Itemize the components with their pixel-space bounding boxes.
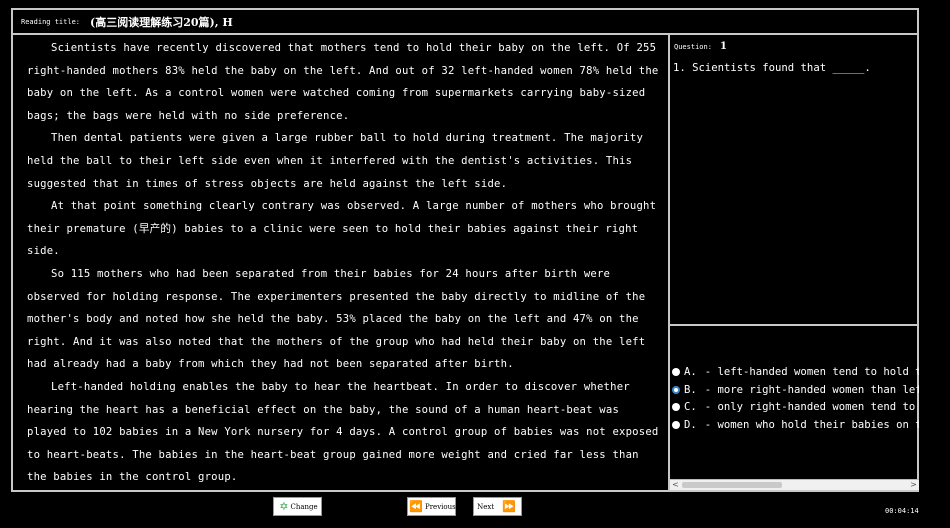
next-label: Next [477, 502, 495, 511]
change-button[interactable]: ✡ Change [273, 497, 322, 516]
question-text: 1. Scientists found that _____. [673, 62, 871, 74]
radio-b[interactable] [672, 386, 680, 394]
option-text: - only right-handed women tend to ho [704, 401, 919, 413]
title-bar: Reading title: (高三阅读理解练习20篇), H [11, 8, 919, 35]
passage-paragraph: At that point something clearly contrary… [27, 200, 657, 258]
main-panel: Scientists have recently discovered that… [11, 35, 919, 492]
previous-button[interactable]: ⏪ Previous [407, 497, 456, 516]
option-letter: C. [684, 401, 697, 413]
change-icon: ✡ [279, 500, 289, 513]
option-d[interactable]: D. - women who hold their babies on the [672, 417, 919, 433]
reading-title: (高三阅读理解练习20篇), H [90, 15, 233, 29]
timer: 00:04:14 [885, 507, 919, 515]
change-label: Change [290, 502, 318, 511]
question-label: Question: [674, 43, 712, 51]
question-pane: Question: 1 1. Scientists found that ___… [670, 35, 919, 326]
option-letter: B. [684, 384, 697, 396]
scroll-left-arrow-icon[interactable]: < [670, 480, 681, 490]
scroll-right-arrow-icon[interactable]: > [908, 480, 919, 490]
radio-a[interactable] [672, 368, 680, 376]
radio-d[interactable] [672, 421, 680, 429]
passage-paragraph: So 115 mothers who had been separated fr… [27, 267, 646, 371]
question-number: 1 [720, 41, 727, 52]
option-letter: A. [684, 366, 697, 378]
question-panel: Question: 1 1. Scientists found that ___… [668, 35, 919, 490]
radio-c[interactable] [672, 403, 680, 411]
horizontal-scrollbar[interactable]: < > [670, 479, 919, 490]
scroll-thumb[interactable] [682, 482, 782, 488]
options-pane: A. - left-handed women tend to hold the … [670, 328, 919, 490]
option-a[interactable]: A. - left-handed women tend to hold the [672, 364, 919, 380]
reading-title-label: Reading title: [21, 17, 81, 26]
option-text: - women who hold their babies on the [704, 419, 919, 431]
fast-forward-icon: ⏩ [502, 500, 516, 513]
passage-paragraph: Then dental patients were given a large … [27, 132, 644, 190]
next-button[interactable]: Next ⏩ [473, 497, 522, 516]
passage-paragraph: Scientists have recently discovered that… [27, 42, 659, 122]
option-b[interactable]: B. - more right-handed women than left- [672, 382, 919, 398]
option-letter: D. [684, 419, 697, 431]
option-text: - more right-handed women than left- [704, 384, 919, 396]
option-c[interactable]: C. - only right-handed women tend to ho [672, 399, 919, 415]
rewind-icon: ⏪ [409, 500, 423, 513]
passage-pane[interactable]: Scientists have recently discovered that… [13, 35, 668, 490]
previous-label: Previous [425, 502, 456, 511]
option-text: - left-handed women tend to hold the [704, 366, 919, 378]
passage-paragraph: Left-handed holding enables the baby to … [27, 380, 659, 484]
